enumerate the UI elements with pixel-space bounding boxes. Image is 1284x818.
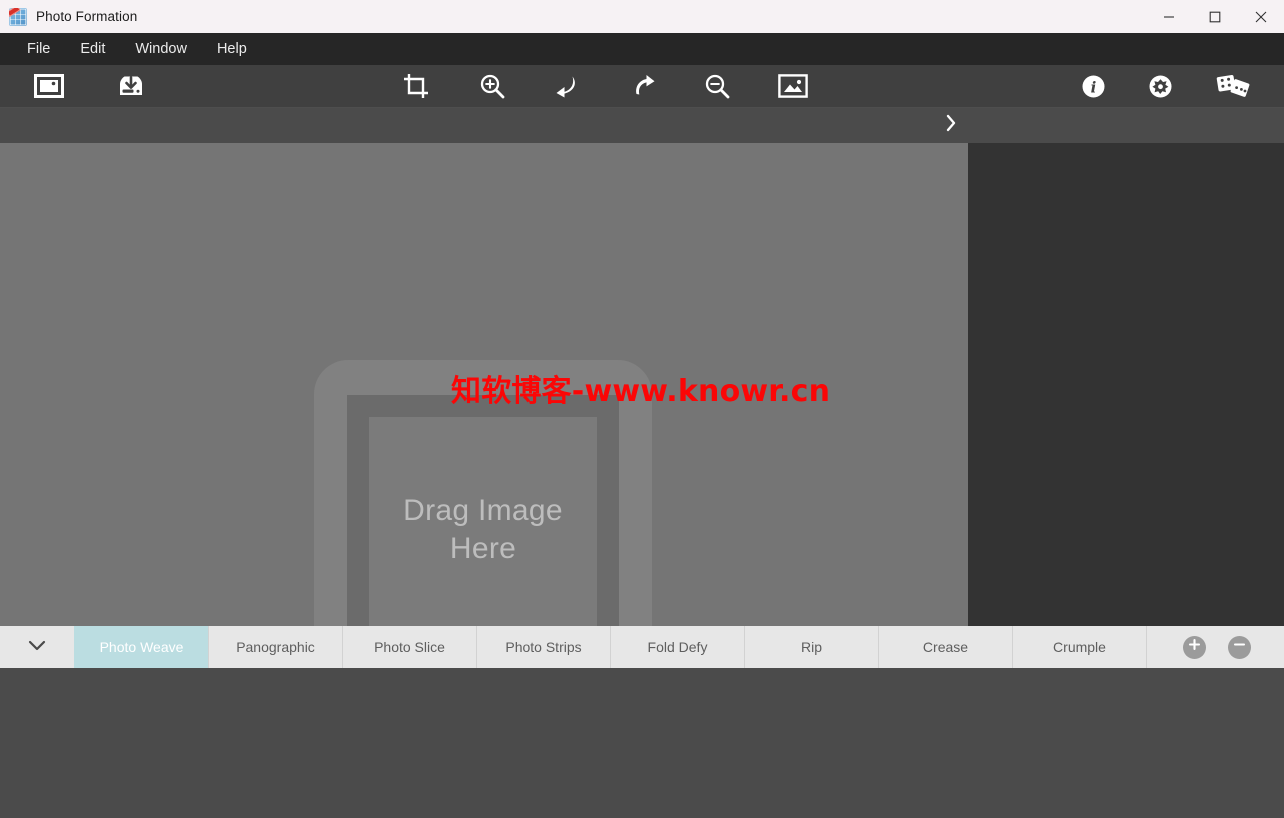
info-circle-icon: i [1081, 74, 1106, 99]
tab-panographic[interactable]: Panographic [208, 626, 342, 668]
window-controls [1146, 0, 1284, 33]
tab-crease[interactable]: Crease [878, 626, 1012, 668]
zoom-out-button[interactable] [693, 65, 741, 107]
add-effect-button[interactable] [1183, 636, 1206, 659]
save-to-disk-icon [116, 73, 146, 99]
close-button[interactable] [1238, 0, 1284, 33]
redo-button[interactable] [619, 65, 667, 107]
side-panel [968, 143, 1284, 626]
close-icon [1255, 11, 1267, 23]
menu-bar: File Edit Window Help [0, 33, 1284, 65]
tab-photo-slice[interactable]: Photo Slice [342, 626, 476, 668]
remove-effect-button[interactable] [1228, 636, 1251, 659]
minus-circle-icon [1233, 638, 1246, 656]
expand-panel-button[interactable] [936, 108, 966, 143]
effect-options-panel [0, 668, 1284, 818]
minimize-button[interactable] [1146, 0, 1192, 33]
gear-flower-icon [1148, 74, 1173, 99]
tab-photo-strips[interactable]: Photo Strips [476, 626, 610, 668]
application-window: Photo Formation File Edit Window [0, 0, 1284, 818]
svg-text:i: i [1090, 78, 1096, 96]
watermark-text: 知软博客-www.knowr.cn [451, 366, 830, 410]
plus-circle-icon [1188, 638, 1201, 656]
fit-image-icon [778, 74, 808, 98]
tab-photo-weave[interactable]: Photo Weave [74, 626, 208, 668]
redo-arrow-icon [630, 73, 656, 99]
crop-button[interactable] [392, 65, 440, 107]
randomize-button[interactable] [1209, 65, 1257, 107]
title-bar-left: Photo Formation [0, 8, 1146, 26]
zoom-in-button[interactable] [468, 65, 516, 107]
tab-fold-defy[interactable]: Fold Defy [610, 626, 744, 668]
undo-arrow-icon [553, 73, 579, 99]
title-bar: Photo Formation [0, 0, 1284, 33]
secondary-toolbar [0, 108, 1284, 143]
menu-item-window[interactable]: Window [120, 33, 202, 65]
toolbar: i [0, 65, 1284, 108]
menu-item-edit[interactable]: Edit [65, 33, 120, 65]
magnifier-plus-icon [479, 73, 505, 99]
maximize-button[interactable] [1192, 0, 1238, 33]
menu-item-help[interactable]: Help [202, 33, 262, 65]
image-icon [34, 73, 64, 99]
app-logo-icon [9, 8, 27, 26]
chevron-right-icon [945, 114, 957, 137]
tab-rip[interactable]: Rip [744, 626, 878, 668]
tab-crumple[interactable]: Crumple [1012, 626, 1146, 668]
magnifier-minus-icon [704, 73, 730, 99]
tab-action-group [1146, 626, 1284, 668]
window-title: Photo Formation [36, 9, 137, 24]
dice-icon [1216, 73, 1250, 99]
undo-button[interactable] [542, 65, 590, 107]
minimize-icon [1163, 11, 1175, 23]
fit-image-button[interactable] [769, 65, 817, 107]
maximize-icon [1209, 11, 1221, 23]
menu-item-file[interactable]: File [12, 33, 65, 65]
crop-icon [403, 73, 429, 99]
info-button[interactable]: i [1069, 65, 1117, 107]
open-image-button[interactable] [25, 65, 73, 107]
chevron-down-icon [28, 638, 46, 656]
save-image-button[interactable] [107, 65, 155, 107]
collapse-panel-button[interactable] [0, 626, 74, 668]
effects-tab-bar: Photo Weave Panographic Photo Slice Phot… [0, 626, 1284, 668]
settings-button[interactable] [1136, 65, 1184, 107]
